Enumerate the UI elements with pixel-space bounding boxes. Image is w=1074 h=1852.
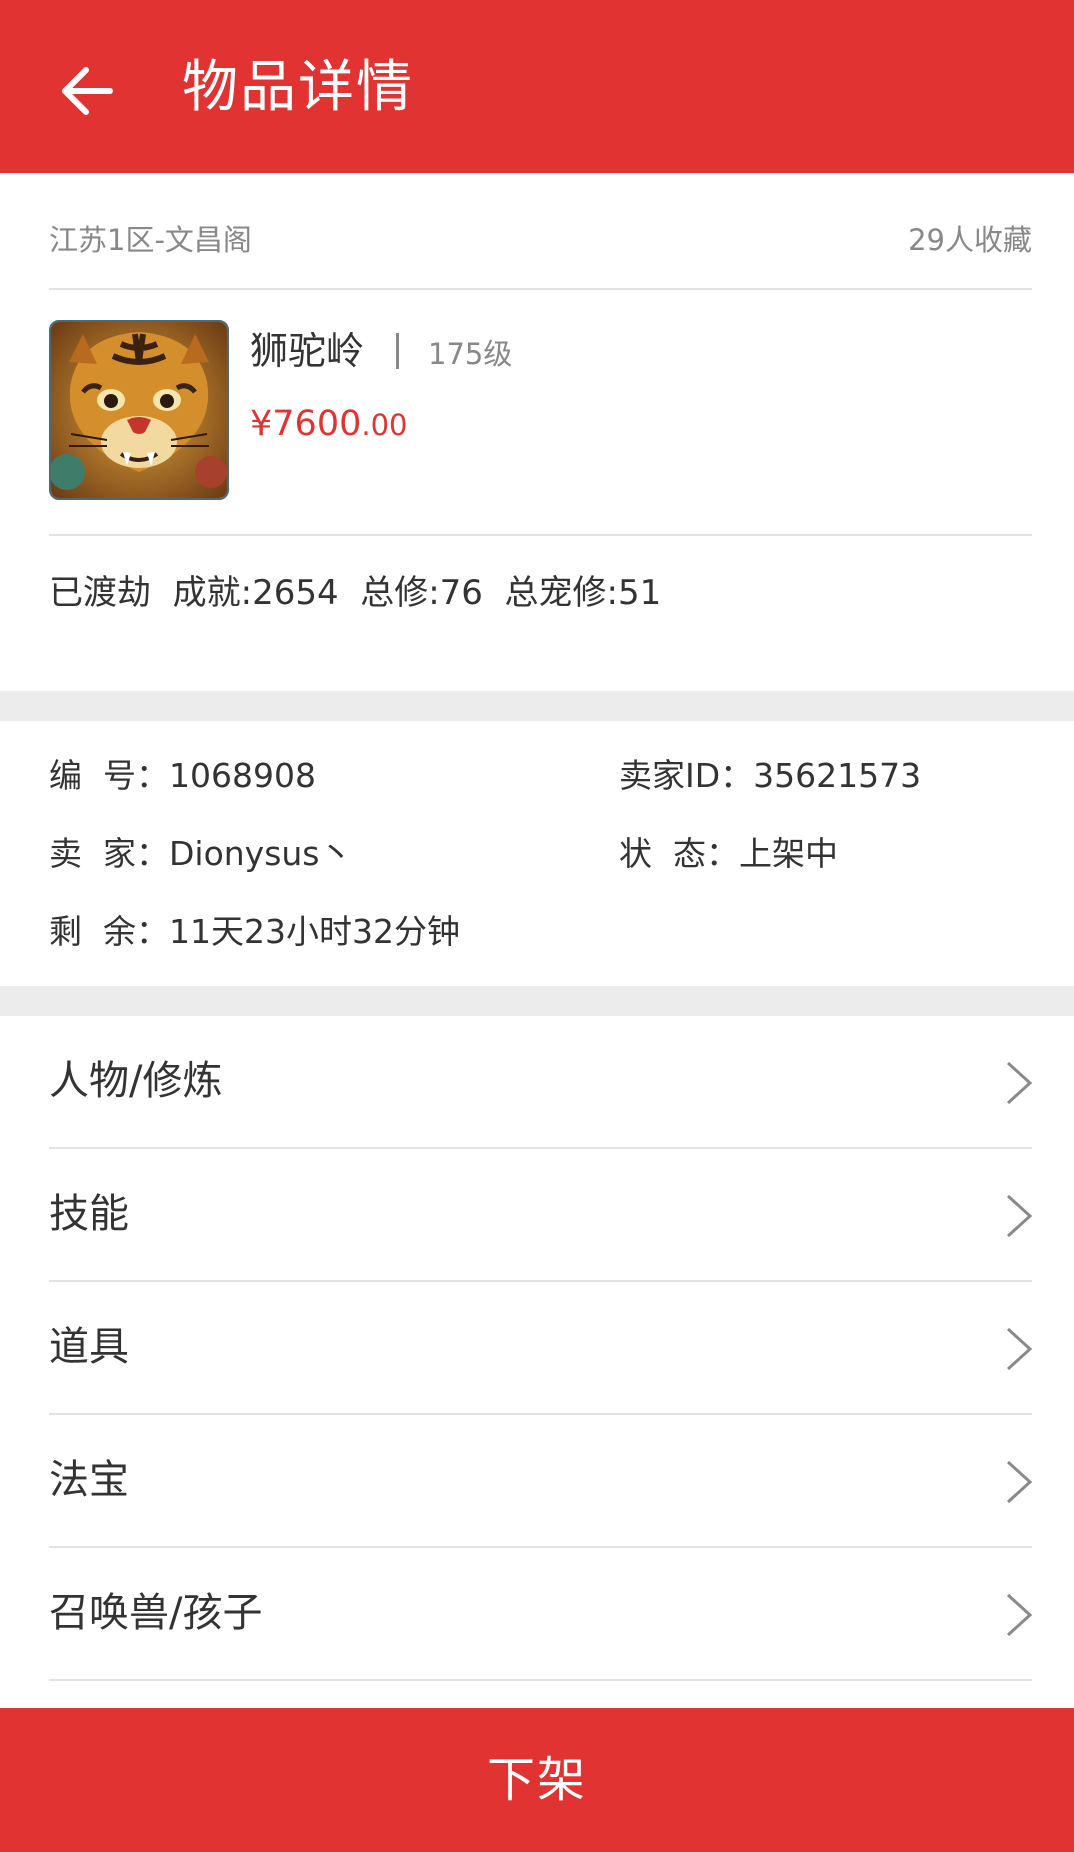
menu-item-label: 召唤兽/孩子 <box>49 1590 263 1636</box>
divider <box>49 288 1032 290</box>
price: ¥7600.00 <box>250 399 407 455</box>
character-stats: 已渡劫 成就:2654 总修:76 总宠修:51 <box>49 573 662 613</box>
menu-item-treasures[interactable]: 法宝 <box>0 1415 1074 1548</box>
menu-item-label: 人物/修炼 <box>49 1058 223 1104</box>
detail-menu: 人物/修炼 技能 道具 法宝 召唤兽/孩子 <box>0 1016 1074 1684</box>
menu-item-label: 道具 <box>49 1324 129 1370</box>
section-gap <box>0 691 1074 721</box>
chevron-right-icon <box>1006 1460 1033 1504</box>
seller-id-label: 卖家ID： <box>619 756 754 795</box>
listing-info: 编 号：1068908 卖家ID：35621573 卖 家：Dionysus丶 … <box>0 721 1074 986</box>
price-integer: 7600 <box>272 404 362 444</box>
item-summary-card: 江苏1区-文昌阁 29人收藏 狮驼岭 175级 ¥7600.00 已渡劫 成就:… <box>0 173 1074 691</box>
section-gap <box>0 986 1074 1016</box>
arrow-left-icon <box>62 67 113 115</box>
server-row: 江苏1区-文昌阁 29人收藏 <box>49 218 1032 262</box>
divider <box>49 1679 1032 1681</box>
seller-label: 卖 家： <box>49 834 169 873</box>
listing-id: 编 号：1068908 <box>49 751 316 801</box>
menu-item-skills[interactable]: 技能 <box>0 1149 1074 1282</box>
tiger-avatar-icon <box>51 322 227 498</box>
seller-id-value: 35621573 <box>753 756 922 795</box>
menu-item-label: 技能 <box>49 1191 129 1237</box>
chevron-right-icon <box>1006 1593 1033 1637</box>
seller: 卖 家：Dionysus丶 <box>49 829 353 879</box>
server-name: 江苏1区-文昌阁 <box>49 223 252 257</box>
page-title: 物品详情 <box>182 55 414 120</box>
listing-status: 状 态：上架中 <box>619 829 838 879</box>
menu-item-label: 法宝 <box>49 1457 129 1503</box>
status-label: 状 态： <box>619 834 739 873</box>
price-currency: ¥ <box>250 404 273 444</box>
chevron-right-icon <box>1006 1327 1033 1371</box>
chevron-right-icon <box>1006 1061 1033 1105</box>
listing-id-label: 编 号： <box>49 756 169 795</box>
remaining-label: 剩 余： <box>49 912 169 951</box>
menu-item-pets-children[interactable]: 召唤兽/孩子 <box>0 1548 1074 1681</box>
back-button[interactable] <box>58 62 116 120</box>
item-detail-page: 物品详情 江苏1区-文昌阁 29人收藏 狮驼岭 175级 ¥7600.00 已渡… <box>0 0 1074 1852</box>
seller-value: Dionysus丶 <box>168 834 353 873</box>
menu-item-character-cultivation[interactable]: 人物/修炼 <box>0 1016 1074 1149</box>
character-level: 175级 <box>428 337 513 371</box>
menu-item-items[interactable]: 道具 <box>0 1282 1074 1415</box>
status-value: 上架中 <box>738 834 838 873</box>
character-avatar[interactable] <box>49 320 229 500</box>
divider <box>49 534 1032 536</box>
price-decimal: .00 <box>361 408 408 442</box>
favorites-count: 29人收藏 <box>908 223 1032 257</box>
top-bar: 物品详情 <box>0 0 1074 173</box>
remaining-value: 11天23小时32分钟 <box>168 912 460 951</box>
chevron-right-icon <box>1006 1194 1033 1238</box>
seller-id: 卖家ID：35621573 <box>619 751 921 801</box>
character-school: 狮驼岭 <box>250 329 365 373</box>
delist-button[interactable]: 下架 <box>0 1708 1074 1852</box>
time-remaining: 剩 余：11天23小时32分钟 <box>49 907 460 957</box>
listing-id-value: 1068908 <box>168 756 316 795</box>
name-separator <box>396 333 399 369</box>
